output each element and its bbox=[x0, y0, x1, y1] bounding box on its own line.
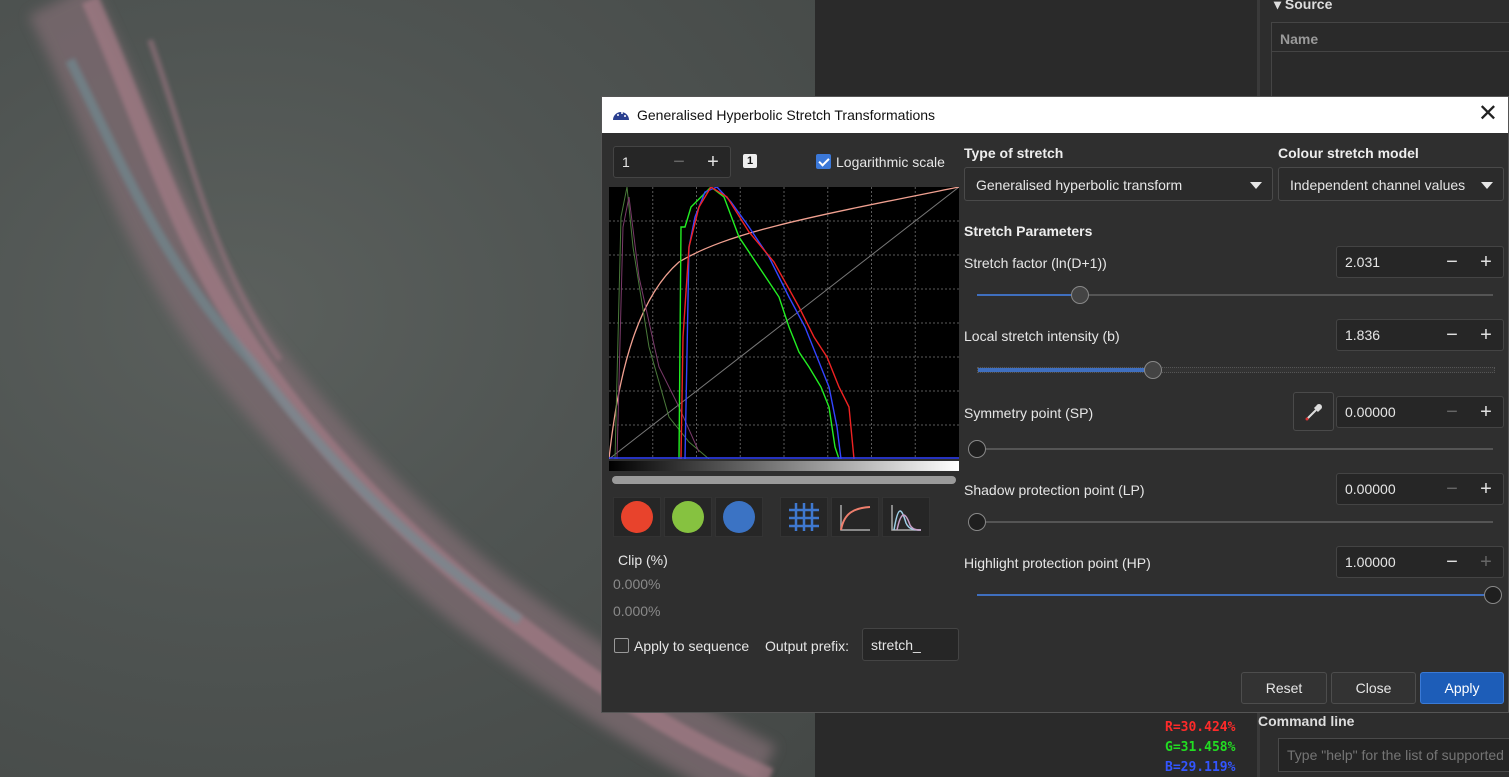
stretch-type-value: Generalised hyperbolic transform bbox=[976, 177, 1183, 193]
stretch-type-select[interactable]: Generalised hyperbolic transform bbox=[964, 167, 1273, 201]
histogram-scrollbar[interactable] bbox=[612, 476, 956, 484]
stretch-factor-slider[interactable] bbox=[977, 286, 1493, 304]
log-scale-checkbox[interactable] bbox=[816, 154, 831, 169]
shadow-protection-spinner[interactable]: 0.00000 − + bbox=[1336, 473, 1504, 505]
pixel-green-readout: G=31.458% bbox=[1165, 740, 1236, 755]
minus-icon[interactable]: − bbox=[1435, 474, 1469, 504]
local-intensity-label: Local stretch intensity (b) bbox=[964, 328, 1120, 344]
log-scale-label: Logarithmic scale bbox=[836, 154, 945, 170]
plus-icon[interactable]: + bbox=[1469, 397, 1503, 427]
pixel-red-readout: R=30.424% bbox=[1165, 720, 1236, 735]
stretch-factor-label: Stretch factor (ln(D+1)) bbox=[964, 255, 1107, 271]
slider-handle[interactable] bbox=[1484, 586, 1502, 604]
history-badge: 1 bbox=[743, 154, 757, 168]
colour-model-label: Colour stretch model bbox=[1278, 145, 1419, 161]
slider-handle[interactable] bbox=[1071, 286, 1090, 304]
histogram-toggle[interactable] bbox=[882, 497, 930, 537]
source-list[interactable]: Name bbox=[1271, 22, 1509, 104]
ghs-dialog: Generalised Hyperbolic Stretch Transform… bbox=[601, 96, 1509, 713]
command-line-input[interactable] bbox=[1278, 738, 1509, 772]
reset-button[interactable]: Reset bbox=[1241, 672, 1327, 704]
slider-handle[interactable] bbox=[968, 513, 986, 531]
shadow-protection-label: Shadow protection point (LP) bbox=[964, 482, 1145, 498]
pixel-blue-readout: B=29.119% bbox=[1165, 760, 1236, 775]
slider-fill bbox=[978, 368, 1154, 372]
app-logo-icon bbox=[613, 112, 629, 120]
clip-high-value: 0.000% bbox=[613, 603, 661, 619]
grid-icon bbox=[789, 503, 819, 531]
source-name-column: Name bbox=[1280, 31, 1319, 47]
curve-toggle[interactable] bbox=[831, 497, 879, 537]
curve-icon bbox=[840, 505, 871, 531]
local-intensity-spinner[interactable]: 1.836 − + bbox=[1336, 319, 1504, 351]
symmetry-point-value: 0.00000 bbox=[1345, 404, 1396, 420]
clip-low-value: 0.000% bbox=[613, 576, 661, 592]
red-channel-toggle[interactable] bbox=[613, 497, 661, 537]
highlight-protection-slider[interactable] bbox=[977, 586, 1502, 604]
minus-icon[interactable]: − bbox=[1435, 547, 1469, 577]
stretch-parameters-title: Stretch Parameters bbox=[964, 223, 1093, 239]
green-channel-toggle[interactable] bbox=[664, 497, 712, 537]
stretch-factor-value: 2.031 bbox=[1345, 254, 1381, 270]
plus-icon[interactable]: + bbox=[1469, 320, 1503, 350]
red-channel-icon bbox=[621, 501, 653, 533]
colour-model-value: Independent channel values bbox=[1290, 177, 1466, 193]
highlight-protection-value: 1.00000 bbox=[1345, 554, 1396, 570]
plus-icon[interactable]: + bbox=[1469, 547, 1503, 577]
apply-button[interactable]: Apply bbox=[1420, 672, 1504, 704]
source-header-label: Source bbox=[1284, 0, 1333, 12]
symmetry-point-spinner[interactable]: 0.00000 − + bbox=[1336, 396, 1504, 428]
apply-sequence-label: Apply to sequence bbox=[634, 638, 750, 654]
slider-fill bbox=[977, 294, 1081, 296]
dialog-titlebar[interactable]: Generalised Hyperbolic Stretch Transform… bbox=[602, 97, 1508, 133]
highlight-protection-spinner[interactable]: 1.00000 − + bbox=[1336, 546, 1504, 578]
divider bbox=[1272, 51, 1509, 52]
output-prefix-input[interactable]: stretch_ bbox=[862, 628, 959, 661]
chevron-down-icon bbox=[1481, 182, 1493, 189]
source-section-header[interactable]: ▾ Source bbox=[1274, 0, 1332, 13]
gradient-bar bbox=[609, 461, 959, 471]
histogram-plot[interactable] bbox=[609, 187, 959, 459]
output-prefix-value: stretch_ bbox=[871, 637, 921, 653]
plus-icon[interactable]: + bbox=[1469, 474, 1503, 504]
minus-icon[interactable]: − bbox=[1435, 247, 1469, 277]
eyedropper-icon bbox=[1305, 403, 1322, 420]
blue-channel-toggle[interactable] bbox=[715, 497, 763, 537]
minus-icon[interactable]: − bbox=[662, 147, 696, 177]
colour-model-select[interactable]: Independent channel values bbox=[1278, 167, 1504, 201]
dialog-title: Generalised Hyperbolic Stretch Transform… bbox=[637, 107, 936, 123]
minus-icon[interactable]: − bbox=[1435, 320, 1469, 350]
history-spinner[interactable]: 1 − + bbox=[613, 146, 731, 178]
local-intensity-slider[interactable] bbox=[977, 361, 1495, 379]
clip-label: Clip (%) bbox=[618, 552, 668, 568]
slider-fill bbox=[977, 594, 1493, 596]
command-line-label: Command line bbox=[1258, 713, 1355, 729]
slider-handle[interactable] bbox=[1144, 361, 1163, 379]
grid-toggle[interactable] bbox=[780, 497, 828, 537]
output-prefix-label: Output prefix: bbox=[765, 638, 850, 654]
apply-sequence-checkbox[interactable] bbox=[614, 638, 629, 653]
symmetry-point-slider[interactable] bbox=[968, 440, 1493, 458]
stretch-type-label: Type of stretch bbox=[964, 145, 1064, 161]
local-intensity-value: 1.836 bbox=[1345, 327, 1381, 343]
histogram-icon bbox=[891, 505, 922, 531]
shadow-protection-value: 0.00000 bbox=[1345, 481, 1396, 497]
chevron-down-icon bbox=[1250, 182, 1262, 189]
slider-handle[interactable] bbox=[968, 440, 986, 458]
shadow-protection-slider[interactable] bbox=[968, 513, 1493, 531]
green-channel-icon bbox=[672, 501, 704, 533]
minus-icon[interactable]: − bbox=[1435, 397, 1469, 427]
blue-channel-icon bbox=[723, 501, 755, 533]
stretch-factor-spinner[interactable]: 2.031 − + bbox=[1336, 246, 1504, 278]
close-button[interactable]: Close bbox=[1331, 672, 1416, 704]
highlight-protection-label: Highlight protection point (HP) bbox=[964, 555, 1151, 571]
symmetry-point-label: Symmetry point (SP) bbox=[964, 405, 1094, 421]
plus-icon[interactable]: + bbox=[696, 147, 730, 177]
eyedropper-button[interactable] bbox=[1293, 392, 1334, 431]
close-icon[interactable]: ✕ bbox=[1478, 102, 1498, 126]
plus-icon[interactable]: + bbox=[1469, 247, 1503, 277]
history-value: 1 bbox=[622, 154, 630, 170]
